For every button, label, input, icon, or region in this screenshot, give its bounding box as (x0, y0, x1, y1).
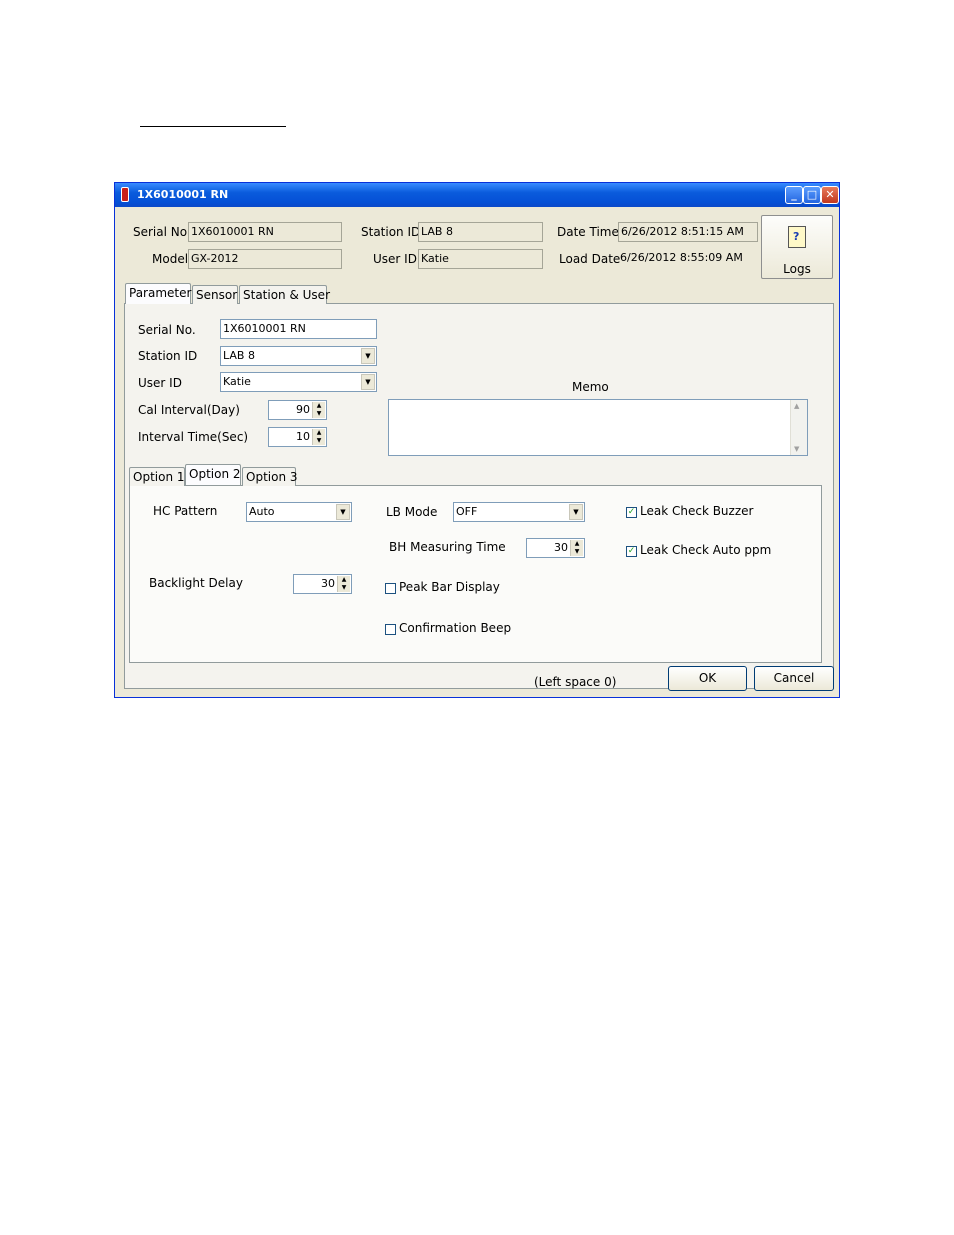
lb-mode-select[interactable]: OFF ▼ (453, 502, 585, 522)
title-bar[interactable]: 1X6010001 RN _ □ ✕ (115, 183, 839, 207)
tab-option3[interactable]: Option 3 (242, 467, 298, 486)
confirmation-beep-label: Confirmation Beep (399, 621, 512, 635)
hc-pattern-select[interactable]: Auto ▼ (246, 502, 352, 522)
model-label: Model (152, 252, 189, 266)
station-label: Station ID (361, 225, 421, 239)
ok-button[interactable]: OK (668, 666, 747, 691)
serial-field: 1X6010001 RN (188, 222, 342, 242)
model-field: GX-2012 (188, 249, 342, 269)
leak-buzzer-checkbox[interactable]: ✓ (626, 507, 637, 518)
hc-pattern-label: HC Pattern (153, 504, 218, 518)
spin-down-icon[interactable]: ▼ (312, 437, 325, 445)
spin-down-icon[interactable]: ▼ (312, 410, 325, 418)
spin-down-icon[interactable]: ▼ (570, 548, 583, 556)
interval-time-spinner[interactable]: 10 ▲ ▼ (268, 427, 327, 447)
spin-up-icon[interactable]: ▲ (312, 402, 325, 410)
tab-parameter[interactable]: Parameter (125, 283, 191, 304)
chevron-down-icon[interactable]: ▼ (336, 504, 350, 520)
interval-time-value: 10 (296, 430, 310, 443)
param-serial-input[interactable]: 1X6010001 RN (220, 319, 377, 339)
heading-underline (140, 126, 286, 127)
lb-mode-value: OFF (456, 505, 478, 518)
tab-sensor[interactable]: Sensor (192, 285, 238, 304)
tab-station-user[interactable]: Station & User (239, 285, 330, 304)
param-user-value: Katie (223, 375, 251, 388)
lb-mode-label: LB Mode (386, 505, 438, 519)
peak-bar-checkbox[interactable] (385, 583, 396, 594)
window-title: 1X6010001 RN (137, 188, 229, 201)
backlight-delay-value: 30 (321, 577, 335, 590)
param-user-label: User ID (138, 376, 182, 390)
param-serial-label: Serial No. (138, 323, 196, 337)
loaddate-value: 6/26/2012 8:55:09 AM (620, 251, 743, 264)
datetime-label: Date Time (557, 225, 619, 239)
param-station-select[interactable]: LAB 8 ▼ (220, 346, 377, 366)
logs-icon: ? (788, 226, 806, 248)
maximize-button[interactable]: □ (803, 186, 821, 204)
user-label: User ID (373, 252, 417, 266)
interval-time-label: Interval Time(Sec) (138, 430, 249, 444)
user-field: Katie (418, 249, 543, 269)
station-field: LAB 8 (418, 222, 543, 242)
param-user-select[interactable]: Katie ▼ (220, 372, 377, 392)
tab-option1[interactable]: Option 1 (129, 467, 185, 486)
scroll-down-icon[interactable]: ▼ (794, 445, 799, 453)
memo-textarea[interactable]: ▲ ▼ (388, 399, 808, 456)
serial-label: Serial No. (133, 225, 191, 239)
tab-option2[interactable]: Option 2 (185, 464, 241, 485)
memo-scrollbar[interactable]: ▲ ▼ (790, 400, 807, 455)
left-space-status: (Left space 0) (534, 675, 617, 689)
leak-autoppm-label: Leak Check Auto ppm (640, 543, 772, 557)
memo-label: Memo (572, 380, 609, 394)
cal-interval-label: Cal Interval(Day) (138, 403, 240, 417)
bh-measuring-value: 30 (554, 541, 568, 554)
peak-bar-label: Peak Bar Display (399, 580, 500, 594)
confirmation-beep-checkbox[interactable] (385, 624, 396, 635)
spin-down-icon[interactable]: ▼ (337, 584, 350, 592)
app-icon (121, 187, 129, 202)
spin-up-icon[interactable]: ▲ (312, 429, 325, 437)
hc-pattern-value: Auto (249, 505, 275, 518)
minimize-button[interactable]: _ (785, 186, 803, 204)
backlight-delay-label: Backlight Delay (149, 576, 243, 590)
device-window: 1X6010001 RN _ □ ✕ Serial No. 1X6010001 … (114, 182, 840, 698)
scroll-up-icon[interactable]: ▲ (794, 402, 799, 410)
leak-buzzer-label: Leak Check Buzzer (640, 504, 754, 518)
datetime-field: 6/26/2012 8:51:15 AM (618, 222, 758, 242)
leak-autoppm-checkbox[interactable]: ✓ (626, 546, 637, 557)
spin-up-icon[interactable]: ▲ (337, 576, 350, 584)
param-station-label: Station ID (138, 349, 198, 363)
bh-measuring-spinner[interactable]: 30 ▲ ▼ (526, 538, 585, 558)
bh-measuring-label: BH Measuring Time (389, 540, 506, 554)
cal-interval-value: 90 (296, 403, 310, 416)
chevron-down-icon[interactable]: ▼ (361, 348, 375, 364)
spin-up-icon[interactable]: ▲ (570, 540, 583, 548)
backlight-delay-spinner[interactable]: 30 ▲ ▼ (293, 574, 352, 594)
logs-label: Logs (783, 262, 811, 276)
param-station-value: LAB 8 (223, 349, 255, 362)
loaddate-label: Load Date (559, 252, 621, 266)
close-button[interactable]: ✕ (821, 186, 839, 204)
cancel-button[interactable]: Cancel (754, 666, 834, 691)
cal-interval-spinner[interactable]: 90 ▲ ▼ (268, 400, 327, 420)
chevron-down-icon[interactable]: ▼ (361, 374, 375, 390)
logs-button[interactable]: ? Logs (761, 215, 833, 279)
chevron-down-icon[interactable]: ▼ (569, 504, 583, 520)
